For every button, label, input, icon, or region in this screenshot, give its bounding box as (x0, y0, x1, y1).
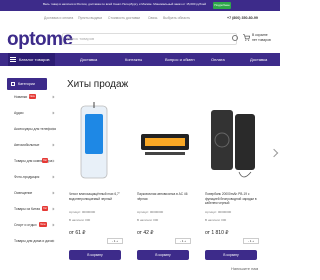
product-stock: В наличии: 000 (137, 218, 159, 222)
product-card[interactable]: Чехол влагозащищённый max 6,7" водонепро… (67, 100, 127, 270)
product-price: от 1 810 ₽ (205, 230, 229, 236)
chevron-right-icon (51, 111, 55, 115)
add-to-cart-button[interactable]: В корзину (137, 250, 189, 260)
nav-item-3[interactable]: Вопрос и обмен (165, 57, 195, 62)
secondary-links-bar: Доставка и оплата Пункты выдачи Стоимост… (0, 11, 280, 25)
product-card[interactable]: Повербанк 20000mAh PB-19 с функцией бесп… (203, 100, 263, 270)
sidebar-badge: Хит (42, 158, 49, 163)
sidebar-item-9[interactable]: Товары для дома и дачи (14, 239, 53, 243)
cart-summary[interactable]: В корзине нет товаров (252, 33, 278, 43)
link-delivery-cost[interactable]: Стоимость доставки (108, 16, 140, 20)
product-image[interactable] (135, 100, 195, 190)
nav-item-1[interactable]: Доставка (80, 57, 97, 62)
sidebar-item-1[interactable]: Аудио (14, 111, 24, 115)
chevron-right-icon (51, 143, 55, 147)
cart-line-2: нет товаров (252, 38, 271, 42)
sidebar-header-label: Категории (18, 82, 35, 86)
promo-bar: Весь товар в наличии в России, доставка … (0, 0, 280, 11)
chevron-right-icon (51, 175, 55, 179)
chat-widget-label[interactable]: Напишите нам (228, 265, 262, 272)
sidebar-badge: Хит (42, 206, 49, 211)
logo-text-1: opt (7, 29, 36, 50)
product-name[interactable]: Повербанк 20000mAh PB-19 с функцией бесп… (205, 192, 263, 206)
product-price: от 42 ₽ (137, 230, 154, 236)
sidebar-item-3[interactable]: Автомобильные (14, 143, 39, 147)
catalog-label: Каталог товаров (19, 57, 50, 62)
product-stock: В наличии: 000 (69, 218, 91, 222)
chevron-right-icon (51, 191, 55, 195)
chevron-right-icon (51, 207, 55, 211)
product-screen (85, 114, 103, 154)
link-choose-region[interactable]: Выбрать область (163, 16, 190, 20)
sidebar-item-6[interactable]: Освещение (14, 191, 32, 195)
categories-icon (11, 82, 15, 86)
sidebar-item-8[interactable]: Спорт и отдых (14, 223, 37, 227)
product-image[interactable] (67, 100, 127, 190)
link-contact[interactable]: Связь (148, 16, 157, 20)
sidebar-item-5[interactable]: Фото-продукция (14, 175, 39, 179)
product-price: от 61 ₽ (69, 230, 86, 236)
chevron-right-icon (51, 223, 55, 227)
quantity-stepper[interactable]: - 1 + (243, 238, 259, 244)
product-code: Артикул: 00000000 (69, 210, 96, 214)
sidebar-item-0[interactable]: Новинки (14, 95, 27, 99)
product-image[interactable] (203, 100, 263, 190)
product-card[interactable]: Парковочная автовизитка в АС 46 чёрная А… (135, 100, 195, 270)
product-code: Артикул: 00000000 (205, 210, 232, 214)
search-input[interactable]: Поиск товаров (62, 33, 237, 45)
sidebar-item-2[interactable]: Аксессуары для телефона (14, 127, 56, 131)
quantity-stepper[interactable]: - 1 + (175, 238, 191, 244)
link-pickup-points[interactable]: Пункты выдачи (78, 16, 102, 20)
nav-item-2[interactable]: Контакты (125, 57, 142, 62)
sidebar-item-7[interactable]: Товары из Китая (14, 207, 40, 211)
sidebar-badge: New (39, 222, 47, 227)
search-icon[interactable] (232, 35, 238, 41)
phone-number[interactable]: +7 (800) 350-80-99 (227, 16, 258, 20)
sidebar-badge: New (28, 94, 36, 99)
product-name[interactable]: Чехол влагозащищённый max 6,7" водонепро… (69, 192, 127, 201)
chevron-right-icon (51, 239, 55, 243)
nav-item-4[interactable]: Оплата (211, 57, 225, 62)
chevron-right-icon (51, 95, 55, 99)
add-to-cart-button[interactable]: В корзину (205, 250, 257, 260)
product-name[interactable]: Парковочная автовизитка в АС 46 чёрная (137, 192, 195, 201)
carousel-next-icon[interactable] (269, 148, 279, 158)
add-to-cart-button[interactable]: В корзину (69, 250, 121, 260)
quantity-stepper[interactable]: - 1 + (107, 238, 123, 244)
product-stock: В наличии: 000 (205, 218, 227, 222)
menu-icon (10, 57, 16, 62)
product-code: Артикул: 00000000 (137, 210, 164, 214)
chevron-right-icon (51, 159, 55, 163)
link-delivery-payment[interactable]: Доставка и оплата (44, 16, 73, 20)
promo-text: Весь товар в наличии в России, доставка … (43, 2, 207, 6)
cart-icon[interactable] (243, 34, 250, 41)
nav-item-5[interactable]: Доставка (250, 57, 267, 62)
promo-more-button[interactable]: Подробнее (213, 2, 231, 9)
page-title: Хиты продаж (67, 79, 129, 90)
